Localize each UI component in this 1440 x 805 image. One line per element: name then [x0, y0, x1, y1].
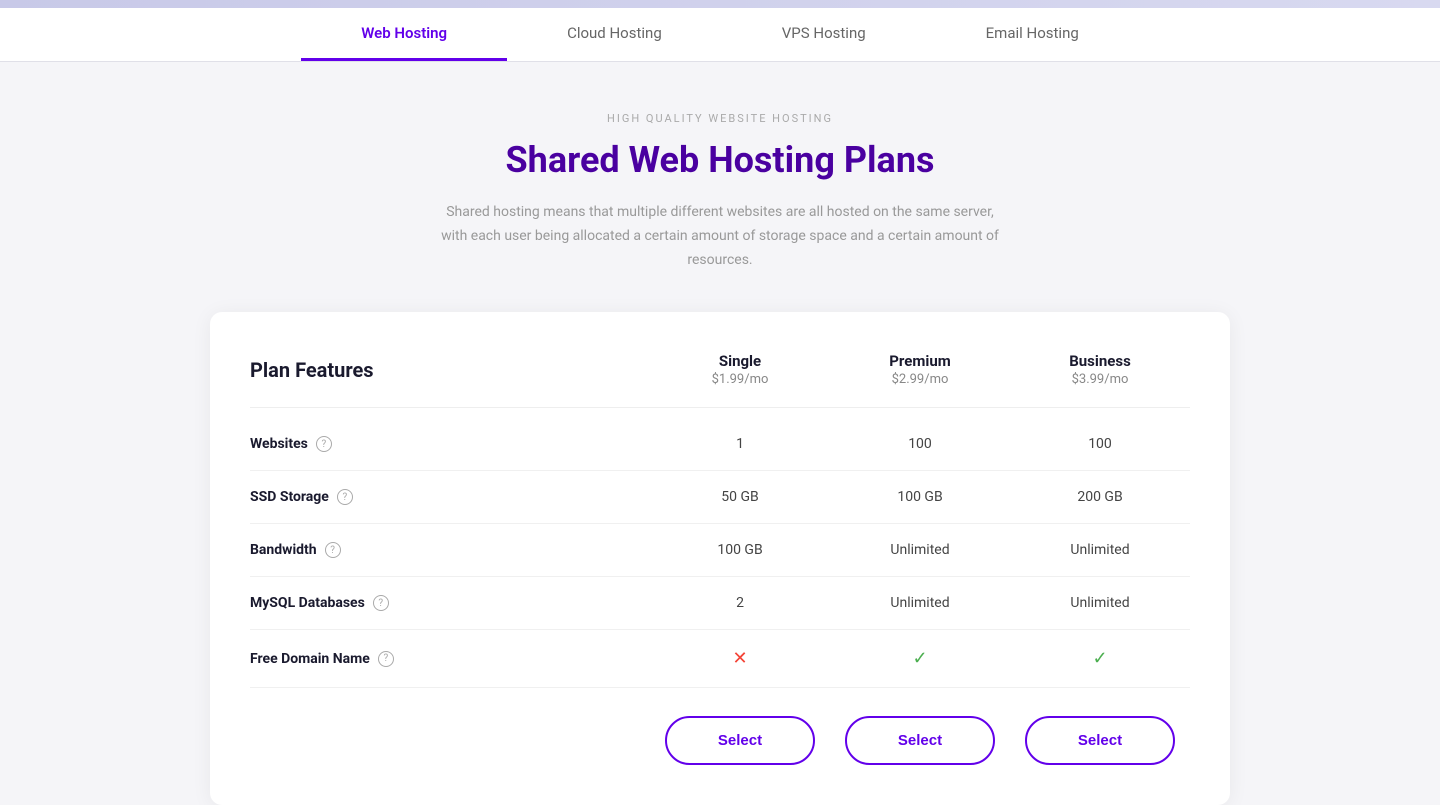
tab-email-hosting[interactable]: Email Hosting: [926, 8, 1139, 61]
feature-rows: Websites?1100100SSD Storage?50 GB100 GB2…: [250, 418, 1190, 688]
select-premium-button[interactable]: Select: [845, 716, 995, 765]
feature-name-bandwidth: Bandwidth?: [250, 542, 650, 558]
plan-col-premium: Premium $2.99/mo: [830, 352, 1010, 387]
page-subtitle: HIGH QUALITY WEBSITE HOSTING: [20, 112, 1420, 125]
plan-features-title: Plan Features: [250, 352, 650, 387]
feature-value-mysql-databases-business: Unlimited: [1010, 595, 1190, 611]
feature-value-free-domain-premium: ✓: [830, 648, 1010, 669]
help-icon-ssd-storage[interactable]: ?: [337, 489, 353, 505]
feature-value-ssd-storage-premium: 100 GB: [830, 489, 1010, 505]
feature-name-mysql-databases: MySQL Databases?: [250, 595, 650, 611]
check-icon: ✓: [1092, 648, 1107, 669]
select-single-button[interactable]: Select: [665, 716, 815, 765]
plan-col-business: Business $3.99/mo: [1010, 352, 1190, 387]
help-icon-bandwidth[interactable]: ?: [325, 542, 341, 558]
tab-vps-hosting[interactable]: VPS Hosting: [722, 8, 926, 61]
feature-row-free-domain: Free Domain Name? ✕ ✓ ✓: [250, 630, 1190, 688]
top-bar: [0, 0, 1440, 8]
feature-label-ssd-storage: SSD Storage: [250, 489, 329, 505]
page-header: HIGH QUALITY WEBSITE HOSTING Shared Web …: [0, 62, 1440, 312]
page-description: Shared hosting means that multiple diffe…: [440, 201, 1000, 272]
plan-name-single: Single: [650, 352, 830, 370]
plan-name-business: Business: [1010, 352, 1190, 370]
feature-row-bandwidth: Bandwidth?100 GBUnlimitedUnlimited: [250, 524, 1190, 577]
feature-label-mysql-databases: MySQL Databases: [250, 595, 365, 611]
comparison-card: Plan Features Single $1.99/mo Premium $2…: [210, 312, 1230, 805]
feature-label-websites: Websites: [250, 436, 308, 452]
select-business-cell: Select: [1010, 716, 1190, 765]
feature-value-free-domain-single: ✕: [650, 648, 830, 669]
feature-value-bandwidth-business: Unlimited: [1010, 542, 1190, 558]
tab-web-hosting[interactable]: Web Hosting: [301, 8, 507, 61]
page-title: Shared Web Hosting Plans: [20, 139, 1420, 181]
feature-row-ssd-storage: SSD Storage?50 GB100 GB200 GB: [250, 471, 1190, 524]
select-premium-cell: Select: [830, 716, 1010, 765]
check-icon: ✓: [912, 648, 927, 669]
help-icon-mysql-databases[interactable]: ?: [373, 595, 389, 611]
feature-value-mysql-databases-single: 2: [650, 595, 830, 611]
select-row: Select Select Select: [250, 688, 1190, 765]
feature-name-free-domain: Free Domain Name?: [250, 651, 650, 667]
feature-name-ssd-storage: SSD Storage?: [250, 489, 650, 505]
feature-row-websites: Websites?1100100: [250, 418, 1190, 471]
feature-name-websites: Websites?: [250, 436, 650, 452]
feature-value-mysql-databases-premium: Unlimited: [830, 595, 1010, 611]
feature-value-bandwidth-premium: Unlimited: [830, 542, 1010, 558]
plan-price-premium: $2.99/mo: [830, 372, 1010, 387]
feature-value-free-domain-business: ✓: [1010, 648, 1190, 669]
nav-tabs: Web Hosting Cloud Hosting VPS Hosting Em…: [0, 8, 1440, 62]
feature-value-websites-single: 1: [650, 436, 830, 452]
help-icon-free-domain[interactable]: ?: [378, 651, 394, 667]
select-single-cell: Select: [650, 716, 830, 765]
feature-value-websites-business: 100: [1010, 436, 1190, 452]
select-business-button[interactable]: Select: [1025, 716, 1175, 765]
feature-label-free-domain: Free Domain Name: [250, 651, 370, 667]
select-spacer: [250, 716, 650, 765]
cross-icon: ✕: [732, 648, 747, 669]
plan-name-premium: Premium: [830, 352, 1010, 370]
feature-value-ssd-storage-business: 200 GB: [1010, 489, 1190, 505]
tab-cloud-hosting[interactable]: Cloud Hosting: [507, 8, 722, 61]
plan-price-single: $1.99/mo: [650, 372, 830, 387]
feature-row-mysql-databases: MySQL Databases?2UnlimitedUnlimited: [250, 577, 1190, 630]
feature-value-bandwidth-single: 100 GB: [650, 542, 830, 558]
plan-price-business: $3.99/mo: [1010, 372, 1190, 387]
plan-col-single: Single $1.99/mo: [650, 352, 830, 387]
feature-label-bandwidth: Bandwidth: [250, 542, 317, 558]
feature-value-websites-premium: 100: [830, 436, 1010, 452]
feature-value-ssd-storage-single: 50 GB: [650, 489, 830, 505]
help-icon-websites[interactable]: ?: [316, 436, 332, 452]
plan-header-row: Plan Features Single $1.99/mo Premium $2…: [250, 352, 1190, 408]
